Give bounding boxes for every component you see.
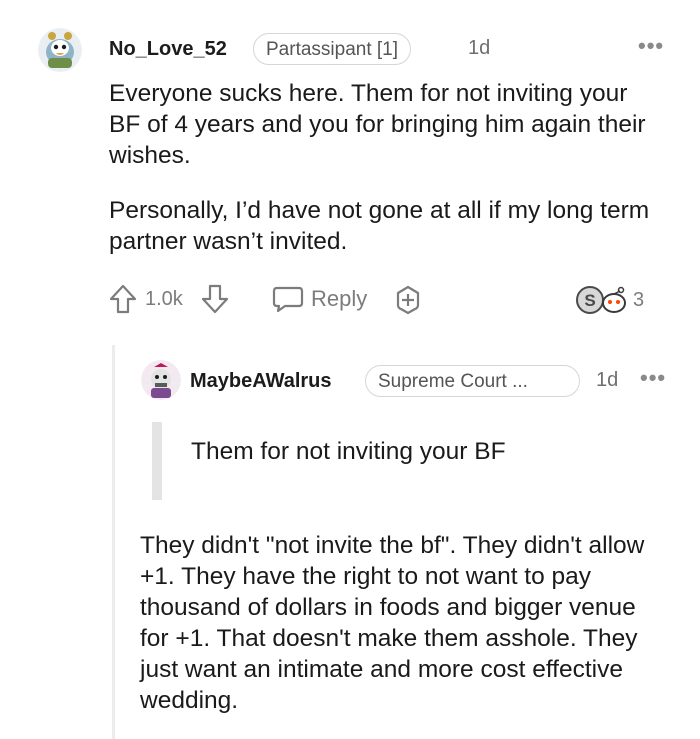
- upvote-arrow-icon: [109, 284, 137, 314]
- upvote-button[interactable]: [108, 283, 138, 315]
- reply-button[interactable]: Reply: [271, 284, 367, 314]
- more-options-icon[interactable]: •••: [638, 33, 664, 59]
- reply-avatar[interactable]: [141, 360, 181, 400]
- thread-line[interactable]: [112, 345, 115, 739]
- svg-text:S: S: [584, 291, 595, 310]
- snoo-award-icon: [602, 286, 626, 313]
- downvote-button[interactable]: [200, 283, 230, 315]
- comment-paragraph-1: Everyone sucks here. Them for not inviti…: [109, 80, 646, 169]
- award-button[interactable]: [392, 284, 424, 321]
- downvote-arrow-icon: [201, 284, 229, 314]
- reply-user-flair: Supreme Court ...: [365, 365, 580, 397]
- blockquote-text: Them for not inviting your BF: [191, 438, 506, 465]
- blockquote-bar: [152, 422, 162, 500]
- avatar[interactable]: [38, 28, 82, 72]
- reply-label[interactable]: Reply: [311, 286, 367, 312]
- comment-username[interactable]: No_Love_52: [109, 38, 227, 61]
- comment-bubble-icon: [272, 286, 304, 313]
- reply-body: They didn't "not invite the bf". They di…: [140, 532, 645, 714]
- user-flair: Partassipant [1]: [253, 33, 412, 65]
- reply-timestamp: 1d: [596, 369, 619, 391]
- comment-paragraph-2: Personally, I’d have not gone at all if …: [109, 197, 650, 255]
- awards-count: 3: [633, 288, 645, 311]
- vote-count: 1.0k: [145, 288, 183, 310]
- comment-timestamp: 1d: [468, 37, 491, 59]
- reply-username[interactable]: MaybeAWalrus: [190, 370, 332, 393]
- reply-more-options-icon[interactable]: •••: [640, 365, 666, 391]
- add-award-icon: [396, 285, 420, 315]
- awards-display[interactable]: S 3: [575, 285, 644, 315]
